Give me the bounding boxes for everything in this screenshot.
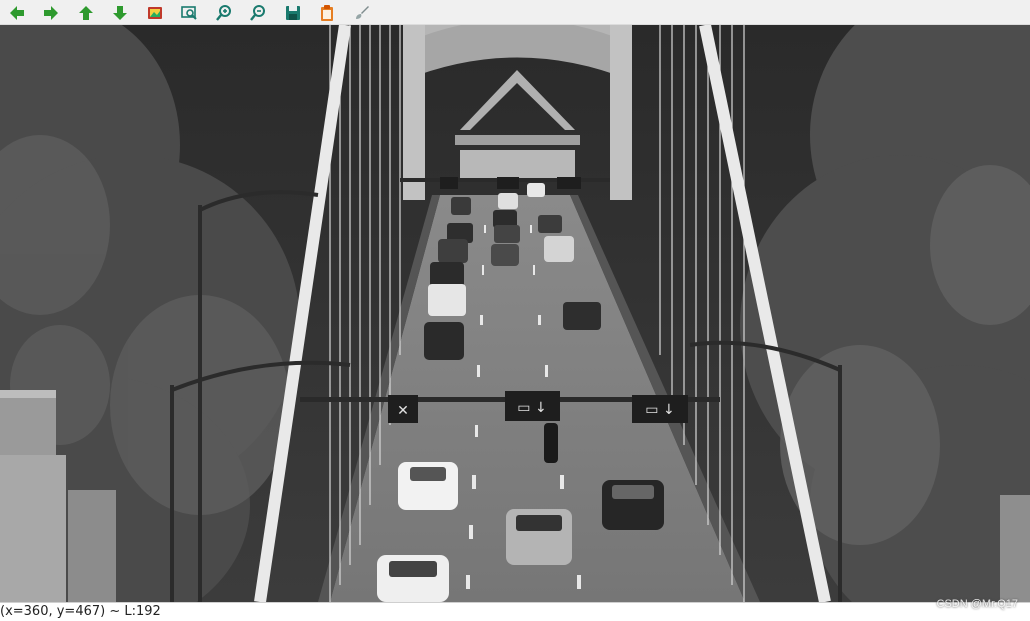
svg-text:✕: ✕ [397, 403, 409, 419]
pixel-info-text: (x=360, y=467) ~ L:192 [0, 604, 161, 619]
save-image-button[interactable] [144, 2, 166, 24]
zoom-out-button[interactable] [247, 2, 269, 24]
zoom-out-icon [250, 5, 265, 21]
arrow-right-icon [44, 6, 58, 20]
status-bar: (x=360, y=467) ~ L:192 [0, 602, 1030, 621]
copy-clipboard-icon [321, 5, 333, 21]
zoom-area-button[interactable] [178, 2, 200, 24]
save-button[interactable] [282, 2, 304, 24]
watermark-text: CSDN @Mr.Q17 [936, 598, 1018, 610]
arrow-left-icon [10, 6, 24, 20]
zoom-area-icon [181, 6, 197, 20]
arrow-down-icon [113, 6, 127, 20]
arrow-up-icon [79, 6, 93, 20]
properties-button[interactable] [351, 2, 373, 24]
pan-right-button[interactable] [40, 2, 62, 24]
svg-text:▭ ↓: ▭ ↓ [517, 400, 546, 416]
zoom-in-icon [216, 5, 231, 21]
copy-clipboard-button[interactable] [316, 2, 338, 24]
zoom-in-button[interactable] [213, 2, 235, 24]
pan-left-button[interactable] [6, 2, 28, 24]
image-viewer-toolbar [0, 0, 1030, 25]
pan-down-button[interactable] [109, 2, 131, 24]
save-icon [286, 6, 300, 20]
save-image-icon [148, 7, 162, 19]
image-viewport[interactable]: ✕ ▭ ↓ ▭ ↓ [0, 25, 1030, 602]
properties-brush-icon [356, 6, 369, 19]
grayscale-bridge-photo: ✕ ▭ ↓ ▭ ↓ [0, 25, 1030, 602]
pan-up-button[interactable] [75, 2, 97, 24]
svg-text:▭ ↓: ▭ ↓ [645, 402, 674, 418]
